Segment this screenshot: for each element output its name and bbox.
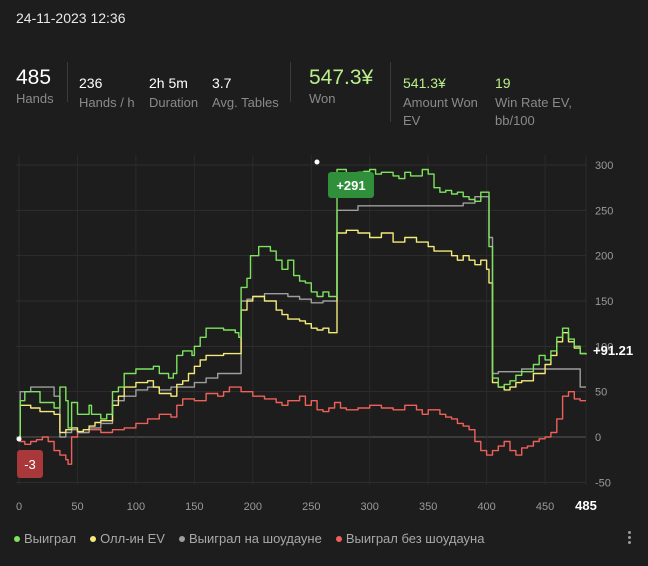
legend-label-non-showdown: Выиграл без шоудауна <box>345 531 485 546</box>
x-tick-label: 150 <box>185 501 203 513</box>
x-tick-label: 250 <box>302 501 320 513</box>
stat-duration-label: Duration <box>149 95 199 110</box>
legend-item-allin-ev[interactable]: Олл-ин EV <box>90 531 165 546</box>
y-tick-label: 0 <box>595 432 601 444</box>
stat-win-rate-ev-label-line1: Win Rate EV, <box>495 95 572 110</box>
peak-marker <box>314 159 320 165</box>
stat-hands-per-hour-value: 236 <box>79 75 103 91</box>
legend-dot-won <box>14 535 20 542</box>
stat-avg-tables-label: Avg. Tables <box>212 95 279 110</box>
legend-item-showdown[interactable]: Выиграл на шоудауне <box>178 531 322 546</box>
legend-item-won[interactable]: Выиграл <box>14 531 76 546</box>
y-tick-label: 200 <box>595 251 613 263</box>
session-timestamp: 24-11-2023 12:36 <box>16 10 126 26</box>
legend-dot-showdown <box>178 535 185 542</box>
stat-won-value: 547.3¥ <box>309 66 374 89</box>
x-tick-label: 100 <box>127 501 145 513</box>
winnings-chart[interactable]: 300 250 200 150 100 50 0 -50 0 50 100 150 200 250 300 3… <box>0 150 648 520</box>
x-tick-label: 50 <box>71 501 83 513</box>
y-tick-label: -50 <box>595 477 611 489</box>
y-tick-label: 300 <box>595 160 613 172</box>
chart-legend: Выиграл Олл-ин EV Выиграл на шоудауне Вы… <box>14 531 484 546</box>
y-tick-label: 50 <box>595 387 607 399</box>
y-tick-label: 250 <box>595 205 613 217</box>
x-tick-label: 200 <box>244 501 262 513</box>
stat-hands-label: Hands <box>16 91 54 106</box>
more-options-icon[interactable] <box>626 530 632 546</box>
stat-win-rate-ev-label-line2: bb/100 <box>495 113 535 128</box>
x-end-label: 485 <box>575 498 597 513</box>
stat-hands-per-hour: 236 Hands / h <box>79 74 135 112</box>
stat-hands: 485 Hands <box>16 66 54 108</box>
stat-amount-won-ev: 541.3¥ Amount Won EV <box>403 74 478 130</box>
min-badge-label: -3 <box>24 457 36 472</box>
x-tick-label: 300 <box>361 501 379 513</box>
stat-divider <box>67 62 68 102</box>
stat-hands-per-hour-label: Hands / h <box>79 95 135 110</box>
stat-hands-value: 485 <box>16 66 52 89</box>
stat-win-rate-ev: 19 Win Rate EV, bb/100 <box>495 74 572 130</box>
stat-duration-value: 2h 5m <box>149 75 188 91</box>
legend-label-won: Выиграл <box>24 531 77 546</box>
stat-win-rate-ev-label: Win Rate EV, bb/100 <box>495 94 572 130</box>
stat-avg-tables-value: 3.7 <box>212 75 232 91</box>
stat-amount-won-ev-label-line2: EV <box>403 113 421 128</box>
peak-badge-label: +291 <box>336 178 365 193</box>
end-value-label: +91.21 <box>593 343 633 358</box>
y-tick-label: 150 <box>595 296 613 308</box>
legend-dot-non-showdown <box>335 535 342 542</box>
stat-duration: 2h 5m Duration <box>149 74 198 112</box>
legend-item-non-showdown[interactable]: Выиграл без шоудауна <box>335 531 485 546</box>
x-tick-label: 400 <box>477 501 495 513</box>
stat-divider <box>390 62 391 122</box>
series-line-showdown <box>19 196 586 438</box>
series-line-non-showdown <box>19 386 586 465</box>
legend-dot-allin-ev <box>90 535 97 542</box>
winnings-chart-svg[interactable]: 300250200150100500-500 50 100 150 200 250 300 3… <box>0 150 648 520</box>
stat-win-rate-ev-value: 19 <box>495 75 511 91</box>
stat-won: 547.3¥ Won <box>309 66 373 108</box>
stat-divider <box>290 62 291 102</box>
legend-label-allin-ev: Олл-ин EV <box>100 531 165 546</box>
min-marker <box>16 436 22 442</box>
x-tick-label: 450 <box>536 501 554 513</box>
legend-label-showdown: Выиграл на шоудауне <box>188 531 322 546</box>
x-tick-label: 350 <box>419 501 437 513</box>
stat-amount-won-ev-label: Amount Won EV <box>403 94 478 130</box>
x-tick-label: 0 <box>16 501 22 513</box>
stat-amount-won-ev-value: 541.3¥ <box>403 75 446 91</box>
stat-amount-won-ev-label-line1: Amount Won <box>403 95 478 110</box>
stat-won-label: Won <box>309 91 336 106</box>
stat-avg-tables: 3.7 Avg. Tables <box>212 74 279 112</box>
series-line-allin-ev <box>19 229 587 438</box>
